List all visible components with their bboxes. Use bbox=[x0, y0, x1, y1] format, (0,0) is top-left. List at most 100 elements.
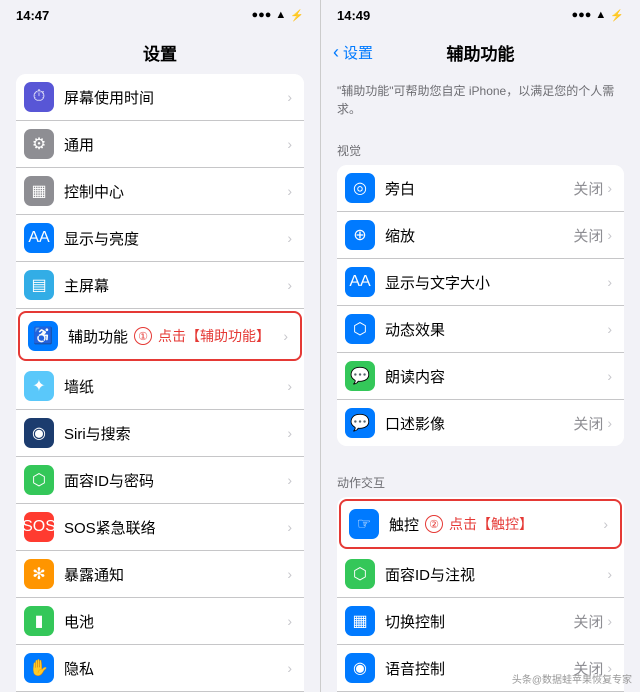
wifi-icon: ▲ bbox=[275, 9, 286, 21]
settings-row-wallpaper[interactable]: ✦ 墙纸› bbox=[16, 363, 304, 410]
general-icon: ⚙ bbox=[24, 129, 54, 159]
display-text-r-chevron-icon: › bbox=[607, 274, 612, 290]
wallpaper-icon: ✦ bbox=[24, 371, 54, 401]
right-row-faceid2[interactable]: ⬡面容ID与注视› bbox=[337, 551, 624, 598]
switch-control-r-icon: ▦ bbox=[345, 606, 375, 636]
exposure-icon: ✻ bbox=[24, 559, 54, 589]
battery-label: 电池 bbox=[64, 611, 287, 632]
privacy-chevron-icon: › bbox=[287, 660, 292, 676]
back-chevron-icon: ‹ bbox=[333, 43, 339, 61]
settings-row-sos[interactable]: SOSSOS紧急联络› bbox=[16, 504, 304, 551]
settings-group-main: ⏱屏幕使用时间›⚙通用›▦控制中心›AA显示与亮度›▤主屏幕›♿辅助功能①点击【… bbox=[16, 74, 304, 692]
settings-row-home-screen[interactable]: ▤主屏幕› bbox=[16, 262, 304, 309]
signal-icon-r: ●●● bbox=[571, 9, 591, 21]
dictation-r-chevron-icon: › bbox=[607, 415, 612, 431]
accessibility-icon: ♿ bbox=[28, 321, 58, 351]
settings-row-siri[interactable]: ◉ Siri与搜索› bbox=[16, 410, 304, 457]
motion-r-label: 动态效果 bbox=[385, 319, 607, 340]
settings-row-display[interactable]: AA显示与亮度› bbox=[16, 215, 304, 262]
touch-r-icon: ☞ bbox=[349, 509, 379, 539]
privacy-label: 隐私 bbox=[64, 658, 287, 679]
faceid2-r-label: 面容ID与注视 bbox=[385, 564, 607, 585]
settings-row-general[interactable]: ⚙通用› bbox=[16, 121, 304, 168]
right-row-touch[interactable]: ☞触控②点击【触控】› bbox=[339, 499, 622, 549]
nav-title-left: 设置 bbox=[143, 40, 177, 65]
left-scroll[interactable]: ⏱屏幕使用时间›⚙通用›▦控制中心›AA显示与亮度›▤主屏幕›♿辅助功能①点击【… bbox=[0, 74, 320, 692]
faceid-label: 面容ID与密码 bbox=[64, 470, 287, 491]
left-phone: 14:47 ●●● ▲ ⚡ 设置 ⏱ 屏幕使用时间 › ⚙通用›▦控制中心› AA 显示与… bbox=[0, 0, 320, 692]
settings-row-accessibility[interactable]: ♿辅助功能①点击【辅助功能】› bbox=[18, 311, 302, 361]
accessibility-step-badge: ① bbox=[134, 327, 152, 345]
screen-time-label: 屏幕使用时间 bbox=[64, 87, 287, 108]
home-screen-icon: ▤ bbox=[24, 270, 54, 300]
dictation-r-label: 口述影像 bbox=[385, 413, 573, 434]
status-icons-left: ●●● ▲ ⚡ bbox=[251, 9, 304, 22]
exposure-label: 暴露通知 bbox=[64, 564, 287, 585]
status-bar-left: 14:47 ●●● ▲ ⚡ bbox=[0, 0, 320, 30]
motion-r-icon: ⬡ bbox=[345, 314, 375, 344]
settings-row-battery[interactable]: ▮电池› bbox=[16, 598, 304, 645]
privacy-icon: ✋ bbox=[24, 653, 54, 683]
wallpaper-label: 墙纸 bbox=[64, 376, 287, 397]
signal-icon: ●●● bbox=[251, 9, 271, 21]
back-label: 设置 bbox=[343, 42, 373, 63]
display-label: 显示与亮度 bbox=[64, 228, 287, 249]
right-row-dictation[interactable]: 💬 口述影像关闭› bbox=[337, 400, 624, 446]
settings-row-exposure[interactable]: ✻暴露通知› bbox=[16, 551, 304, 598]
sos-icon: SOS bbox=[24, 512, 54, 542]
wallpaper-chevron-icon: › bbox=[287, 378, 292, 394]
spoken-r-label: 朗读内容 bbox=[385, 366, 607, 387]
spoken-r-chevron-icon: › bbox=[607, 368, 612, 384]
dictation-r-value: 关闭 bbox=[573, 413, 603, 434]
right-row-voiceover[interactable]: ◎旁白关闭› bbox=[337, 165, 624, 212]
siri-chevron-icon: › bbox=[287, 425, 292, 441]
touch-r-step-badge: ② bbox=[425, 515, 443, 533]
faceid-chevron-icon: › bbox=[287, 472, 292, 488]
siri-icon: ◉ bbox=[24, 418, 54, 448]
screen-time-icon: ⏱ bbox=[24, 82, 54, 112]
right-row-zoom[interactable]: ⊕缩放关闭› bbox=[337, 212, 624, 259]
accessibility-step-text: 点击【辅助功能】 bbox=[158, 326, 270, 346]
status-icons-right: ●●● ▲ ⚡ bbox=[571, 9, 624, 22]
battery-icon: ⚡ bbox=[290, 9, 304, 22]
battery-chevron-icon: › bbox=[287, 613, 292, 629]
status-bar-right: 14:49 ●●● ▲ ⚡ bbox=[321, 0, 640, 30]
section-header-1: 动作交互 bbox=[321, 454, 640, 497]
faceid2-r-chevron-icon: › bbox=[607, 566, 612, 582]
settings-row-screen-time[interactable]: ⏱屏幕使用时间› bbox=[16, 74, 304, 121]
accessibility-description: "辅助功能"可帮助您自定 iPhone，以满足您的个人需求。 bbox=[321, 74, 640, 122]
voiceover-r-chevron-icon: › bbox=[607, 180, 612, 196]
settings-row-faceid[interactable]: ⬡面容ID与密码› bbox=[16, 457, 304, 504]
settings-row-privacy[interactable]: ✋ 隐私› bbox=[16, 645, 304, 692]
zoom-r-value: 关闭 bbox=[573, 225, 603, 246]
right-row-display-text[interactable]: AA显示与文字大小› bbox=[337, 259, 624, 306]
switch-control-r-chevron-icon: › bbox=[607, 613, 612, 629]
switch-control-r-label: 切换控制 bbox=[385, 611, 573, 632]
nav-bar-right: ‹ 设置 辅助功能 bbox=[321, 30, 640, 74]
voice-control-r-icon: ◉ bbox=[345, 653, 375, 683]
control-center-icon: ▦ bbox=[24, 176, 54, 206]
section-group-0: ◎旁白关闭›⊕缩放关闭›AA显示与文字大小›⬡动态效果›💬朗读内容›💬口述影像关… bbox=[337, 165, 624, 446]
switch-control-r-value: 关闭 bbox=[573, 611, 603, 632]
settings-row-control-center[interactable]: ▦控制中心› bbox=[16, 168, 304, 215]
home-screen-chevron-icon: › bbox=[287, 277, 292, 293]
touch-r-step-text: 点击【触控】 bbox=[449, 514, 533, 534]
right-row-spoken[interactable]: 💬朗读内容› bbox=[337, 353, 624, 400]
right-row-switch-control[interactable]: ▦ 切换控制关闭› bbox=[337, 598, 624, 645]
back-button[interactable]: ‹ 设置 bbox=[333, 42, 373, 63]
accessibility-chevron-icon: › bbox=[283, 328, 288, 344]
zoom-r-label: 缩放 bbox=[385, 225, 573, 246]
touch-r-label: 触控②点击【触控】 bbox=[389, 514, 603, 535]
dictation-r-icon: 💬 bbox=[345, 408, 375, 438]
control-center-chevron-icon: › bbox=[287, 183, 292, 199]
voiceover-r-icon: ◎ bbox=[345, 173, 375, 203]
time-left: 14:47 bbox=[16, 8, 49, 23]
zoom-r-chevron-icon: › bbox=[607, 227, 612, 243]
siri-label: Siri与搜索 bbox=[64, 423, 287, 444]
nav-bar-left: 设置 bbox=[0, 30, 320, 74]
right-scroll[interactable]: "辅助功能"可帮助您自定 iPhone，以满足您的个人需求。 视觉◎旁白关闭›⊕… bbox=[321, 74, 640, 692]
right-row-motion[interactable]: ⬡动态效果› bbox=[337, 306, 624, 353]
display-text-r-icon: AA bbox=[345, 267, 375, 297]
wifi-icon-r: ▲ bbox=[595, 9, 606, 21]
display-icon: AA bbox=[24, 223, 54, 253]
